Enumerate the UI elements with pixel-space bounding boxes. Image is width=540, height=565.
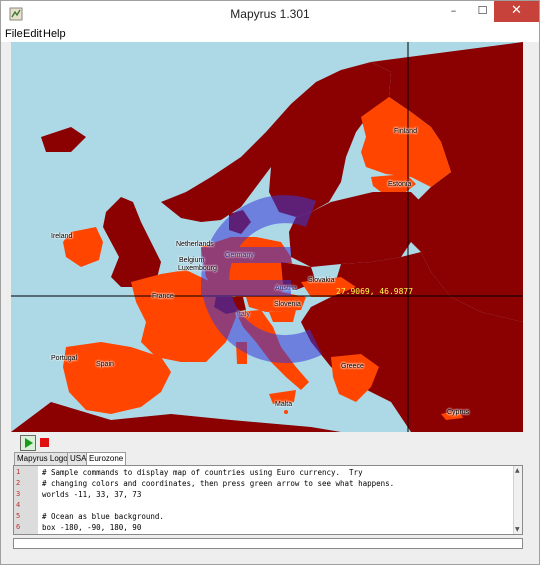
country-malta bbox=[284, 410, 288, 414]
country-slovenia bbox=[269, 310, 296, 322]
label-luxembourg: Luxembourg bbox=[178, 265, 217, 272]
label-germany: Germany bbox=[225, 252, 254, 259]
label-belgium: Belgium bbox=[179, 257, 205, 264]
label-cyprus: Cyprus bbox=[447, 409, 470, 416]
country-great-britain bbox=[103, 197, 161, 287]
run-button[interactable] bbox=[20, 435, 36, 451]
toolbar bbox=[11, 433, 523, 453]
code-line[interactable]: # Sample commands to display map of coun… bbox=[42, 468, 363, 477]
menu-help[interactable]: Help bbox=[43, 28, 66, 40]
line-number: 5 bbox=[16, 512, 21, 520]
label-finland: Finland bbox=[394, 128, 417, 135]
country-iceland bbox=[41, 127, 86, 152]
close-button[interactable]: ✕ bbox=[494, 1, 539, 22]
title-bar: Mapyrus 1.301 – ☐ ✕ bbox=[1, 1, 539, 27]
label-france: France bbox=[152, 293, 174, 300]
label-slovakia: Slovakia bbox=[308, 277, 335, 284]
label-portugal: Portugal bbox=[51, 355, 78, 362]
app-window: Mapyrus 1.301 – ☐ ✕ File Edit Help Finla… bbox=[0, 0, 540, 565]
label-ireland: Ireland bbox=[51, 233, 73, 240]
label-italy: Italy bbox=[237, 311, 250, 318]
line-number: 2 bbox=[16, 479, 21, 487]
scroll-up-icon[interactable]: ▲ bbox=[515, 467, 520, 474]
label-estonia: Estonia bbox=[388, 181, 412, 188]
code-line[interactable]: # changing colors and coordinates, then … bbox=[42, 479, 394, 488]
label-slovenia: Slovenia bbox=[274, 301, 301, 308]
menu-bar: File Edit Help bbox=[1, 27, 539, 42]
tab-mapyrus-logo[interactable]: Mapyrus Logo bbox=[14, 452, 71, 466]
code-line[interactable]: # Ocean as blue background. bbox=[42, 512, 164, 521]
label-spain: Spain bbox=[96, 361, 114, 368]
coordinate-readout: 27.9069, 46.9877 bbox=[336, 287, 414, 296]
status-bar bbox=[13, 538, 523, 549]
stop-icon[interactable] bbox=[40, 438, 49, 447]
line-number-gutter: 1 2 3 4 5 6 bbox=[14, 466, 38, 534]
label-malta: Malta bbox=[275, 401, 293, 408]
minimize-button[interactable]: – bbox=[439, 1, 468, 22]
scroll-down-icon[interactable]: ▼ bbox=[515, 526, 520, 533]
menu-file[interactable]: File bbox=[5, 28, 23, 40]
line-number: 1 bbox=[16, 468, 21, 476]
label-greece: Greece bbox=[341, 363, 364, 370]
maximize-button[interactable]: ☐ bbox=[468, 1, 497, 22]
line-number: 3 bbox=[16, 490, 21, 498]
menu-edit[interactable]: Edit bbox=[23, 28, 42, 40]
line-number: 6 bbox=[16, 523, 21, 531]
map-canvas[interactable]: Finland Estonia Ireland Netherlands Germ… bbox=[11, 42, 523, 432]
map-drawing bbox=[11, 42, 523, 432]
code-line[interactable]: worlds -11, 33, 37, 73 bbox=[42, 490, 141, 499]
code-editor[interactable]: 1 2 3 4 5 6 # Sample commands to display… bbox=[13, 465, 523, 535]
label-austria: Austria bbox=[275, 285, 297, 292]
line-number: 4 bbox=[16, 501, 21, 509]
play-icon bbox=[25, 438, 33, 448]
editor-scrollbar[interactable]: ▲ ▼ bbox=[513, 466, 522, 534]
code-line[interactable]: box -180, -90, 180, 90 bbox=[42, 523, 141, 532]
label-netherlands: Netherlands bbox=[176, 241, 214, 248]
